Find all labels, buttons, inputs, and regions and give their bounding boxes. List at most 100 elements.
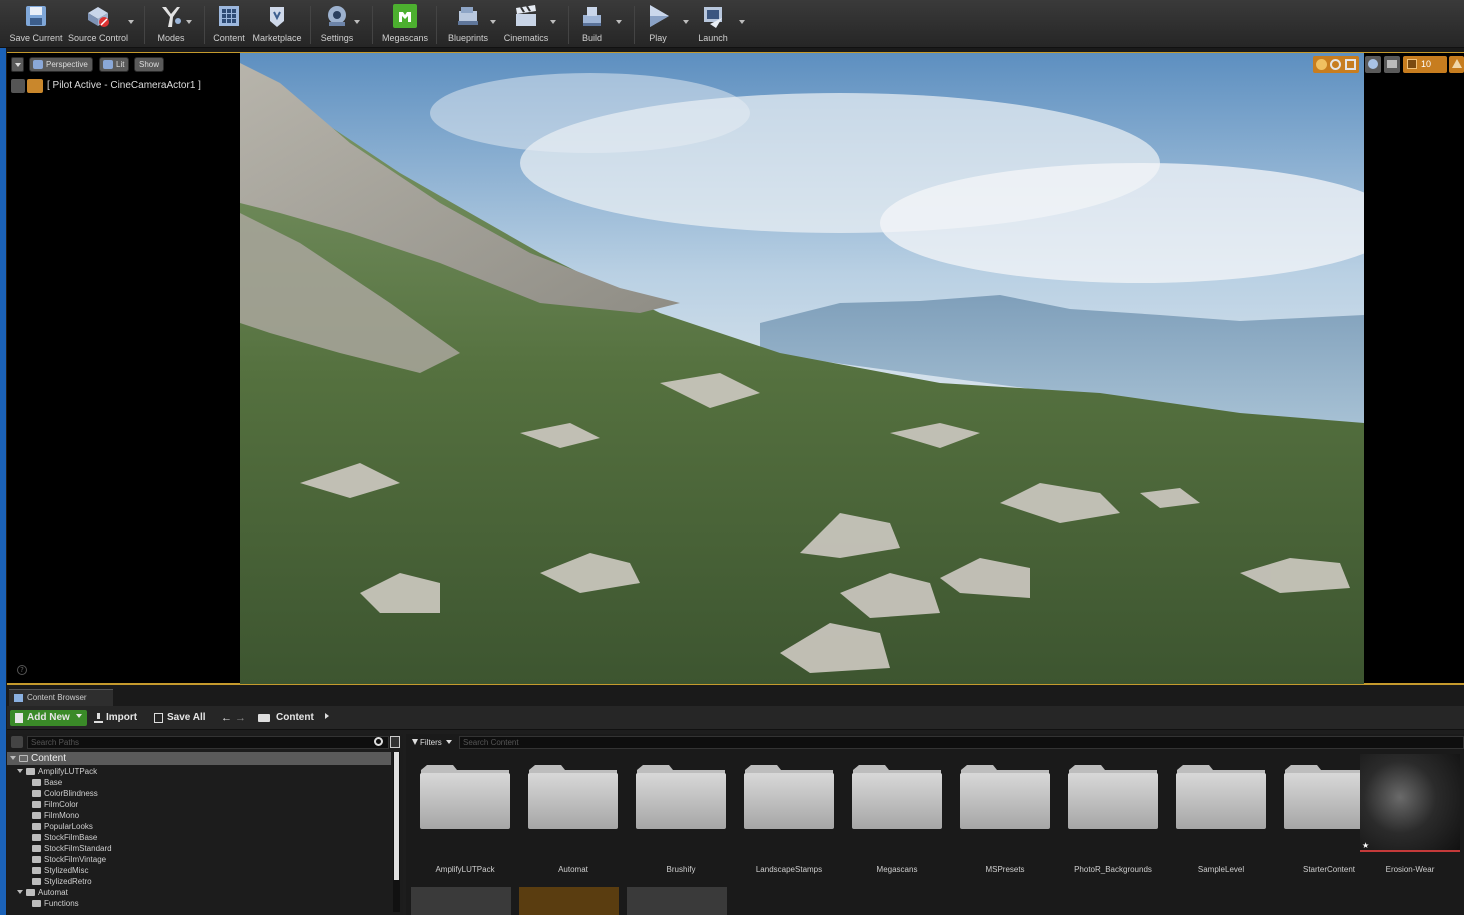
show-button[interactable]: Show [134,57,165,72]
cinematics-button[interactable]: Cinematics [502,3,550,45]
tree-item-functions[interactable]: Functions [32,898,79,909]
folder-icon [1175,764,1267,830]
perspective-button[interactable]: Perspective [29,57,93,72]
toolbar-separator [436,6,437,44]
cinematics-dropdown-icon[interactable] [550,20,556,24]
folder-icon [32,900,41,907]
settings-dropdown-icon[interactable] [354,20,360,24]
folder-icon [959,764,1051,830]
lit-icon [103,60,113,69]
search-content-input[interactable]: Search Content [459,736,1464,749]
settings-button[interactable]: Settings [316,3,358,45]
asset-tile[interactable]: SampleLevel [1167,754,1267,874]
source-control-icon [85,3,111,29]
source-control-dropdown-icon[interactable] [128,20,134,24]
tree-item-colorblindness[interactable]: ColorBlindness [32,788,98,799]
modes-button[interactable]: Modes [150,3,192,45]
view-options-icon[interactable] [390,736,400,748]
asset-tile[interactable]: LandscapeStamps [735,754,835,874]
angle-snap-control[interactable] [1449,56,1464,73]
folder-icon [26,889,35,896]
tab-content-browser[interactable]: Content Browser [9,689,113,706]
rotate-icon[interactable] [1330,59,1341,70]
tree-item-base[interactable]: Base [32,777,62,788]
asset-view: Filters Search Content AmplifyLUTPack Aut… [406,734,1464,915]
blueprints-button[interactable]: Blueprints [444,3,492,45]
history-back-button[interactable]: ← [221,710,233,726]
build-button[interactable]: Build [574,3,610,45]
folder-icon [32,845,41,852]
marketplace-button[interactable]: Marketplace [250,3,304,45]
content-browser-toolbar: Add New Import Save All ← → Content [7,706,1464,730]
play-icon [645,3,671,29]
scale-icon[interactable] [1345,59,1356,70]
folder-icon [635,764,727,830]
asset-tile[interactable] [627,887,727,915]
tree-item-stockfilmstandard[interactable]: StockFilmStandard [32,843,112,854]
toggle-sources-icon[interactable] [11,736,23,748]
paths-panel: Search Paths Content AmplifyLUTPack Base… [7,734,403,915]
chevron-down-icon [446,740,453,744]
tree-item-stylizedretro[interactable]: StylizedRetro [32,876,92,887]
launch-dropdown-icon[interactable] [739,20,745,24]
modes-dropdown-icon[interactable] [186,20,192,24]
add-new-button[interactable]: Add New [10,710,87,726]
chevron-down-icon [75,714,82,718]
launch-button[interactable]: Launch [694,3,732,45]
play-button[interactable]: Play [640,3,676,45]
history-forward-button[interactable]: → [235,710,247,726]
play-dropdown-icon[interactable] [683,20,689,24]
cinematics-icon [513,3,539,29]
tree-item-filmcolor[interactable]: FilmColor [32,799,78,810]
lit-button[interactable]: Lit [99,57,130,72]
tree-item-automat[interactable]: Automat [17,887,68,898]
tree-item-popularlooks[interactable]: PopularLooks [32,821,93,832]
asset-tile[interactable]: Automat [519,754,619,874]
blueprints-dropdown-icon[interactable] [490,20,496,24]
tree-item-stockfilmbase[interactable]: StockFilmBase [32,832,97,843]
source-control-button[interactable]: Source Control [66,3,130,45]
tree-item-stylizedmisc[interactable]: StylizedMisc [32,865,88,876]
eject-icon[interactable] [11,79,25,93]
transform-tools[interactable] [1313,56,1359,73]
toolbar-separator [372,6,373,44]
surface-snap-toggle[interactable] [1384,56,1400,73]
chevron-down-icon [15,63,21,67]
help-icon[interactable]: ? [17,665,27,675]
build-dropdown-icon[interactable] [616,20,622,24]
expand-arrow-icon[interactable] [10,756,16,760]
asset-tile[interactable]: ★ Erosion-Wear [1360,754,1464,874]
import-button[interactable]: Import [94,710,137,726]
chevron-right-icon[interactable] [324,713,329,719]
expand-arrow-icon[interactable] [17,769,23,773]
save-current-button[interactable]: Save Current [8,3,64,45]
search-paths-input[interactable]: Search Paths [27,736,389,749]
asset-tile[interactable]: PhotoR_Backgrounds [1059,754,1159,874]
content-browser-panel: Content Browser Add New Import Save All … [7,687,1464,915]
grid-snap-control[interactable]: 10 [1403,56,1447,73]
filters-button[interactable]: Filters [412,736,453,749]
viewport-options-button[interactable] [11,57,24,72]
breadcrumb[interactable]: Content [258,710,329,726]
blueprints-icon [455,3,481,29]
tree-item-filmmono[interactable]: FilmMono [32,810,79,821]
level-viewport[interactable]: Perspective Lit Show [ Pilot Active - Ci… [7,52,1464,685]
expand-arrow-icon[interactable] [17,890,23,894]
tree-item-stockfilmvintage[interactable]: StockFilmVintage [32,854,106,865]
tree-item-amplifylutpack[interactable]: AmplifyLUTPack [17,766,97,777]
viewport-scene[interactable] [240,53,1364,684]
asset-tile[interactable] [411,887,511,915]
content-button[interactable]: Content [208,3,250,45]
import-icon [94,713,103,723]
asset-tile[interactable]: Brushify [627,754,727,874]
asset-tile[interactable] [519,887,619,915]
save-all-button[interactable]: Save All [154,710,206,726]
asset-tile[interactable]: Megascans [843,754,943,874]
asset-tile[interactable]: MSPresets [951,754,1051,874]
asset-tile[interactable]: AmplifyLUTPack [411,754,511,874]
tree-item-content[interactable]: Content [7,752,391,765]
tree-scrollbar[interactable] [393,752,400,912]
move-icon[interactable] [1316,59,1327,70]
world-local-toggle[interactable] [1365,56,1381,73]
megascans-button[interactable]: Megascans [380,3,430,45]
